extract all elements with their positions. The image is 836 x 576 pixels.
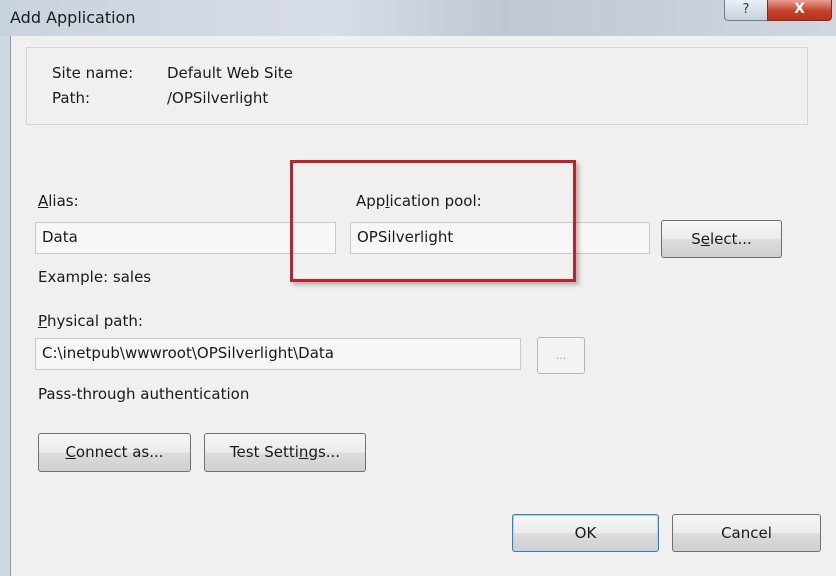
browse-button[interactable]: ... (537, 337, 585, 374)
close-icon: X (794, 1, 805, 17)
close-button[interactable]: X (767, 0, 832, 21)
cancel-button[interactable]: Cancel (672, 514, 821, 552)
connect-as-button[interactable]: Connect as... (38, 433, 191, 472)
ok-button[interactable]: OK (512, 514, 659, 552)
site-name-label: Site name: (52, 64, 134, 82)
select-app-pool-button[interactable]: Select... (661, 220, 782, 258)
window-title: Add Application (10, 8, 136, 27)
physical-path-label: Physical path: (38, 312, 143, 330)
highlight-annotation (290, 160, 576, 282)
title-bar[interactable]: Add Application ? X (0, 0, 836, 36)
pass-through-auth-text: Pass-through authentication (38, 385, 250, 403)
window-frame-left (0, 36, 10, 576)
help-button[interactable]: ? (724, 0, 768, 21)
alias-label: Alias: (38, 192, 79, 210)
path-value: /OPSilverlight (167, 89, 269, 107)
site-info-box: Site name: Default Web Site Path: /OPSil… (26, 47, 808, 125)
site-name-value: Default Web Site (167, 64, 293, 82)
alias-example: Example: sales (38, 268, 152, 286)
path-label: Path: (52, 89, 91, 107)
physical-path-input[interactable]: C:\inetpub\wwwroot\OPSilverlight\Data (35, 338, 521, 370)
help-icon: ? (742, 2, 750, 17)
test-settings-button[interactable]: Test Settings... (204, 433, 366, 472)
